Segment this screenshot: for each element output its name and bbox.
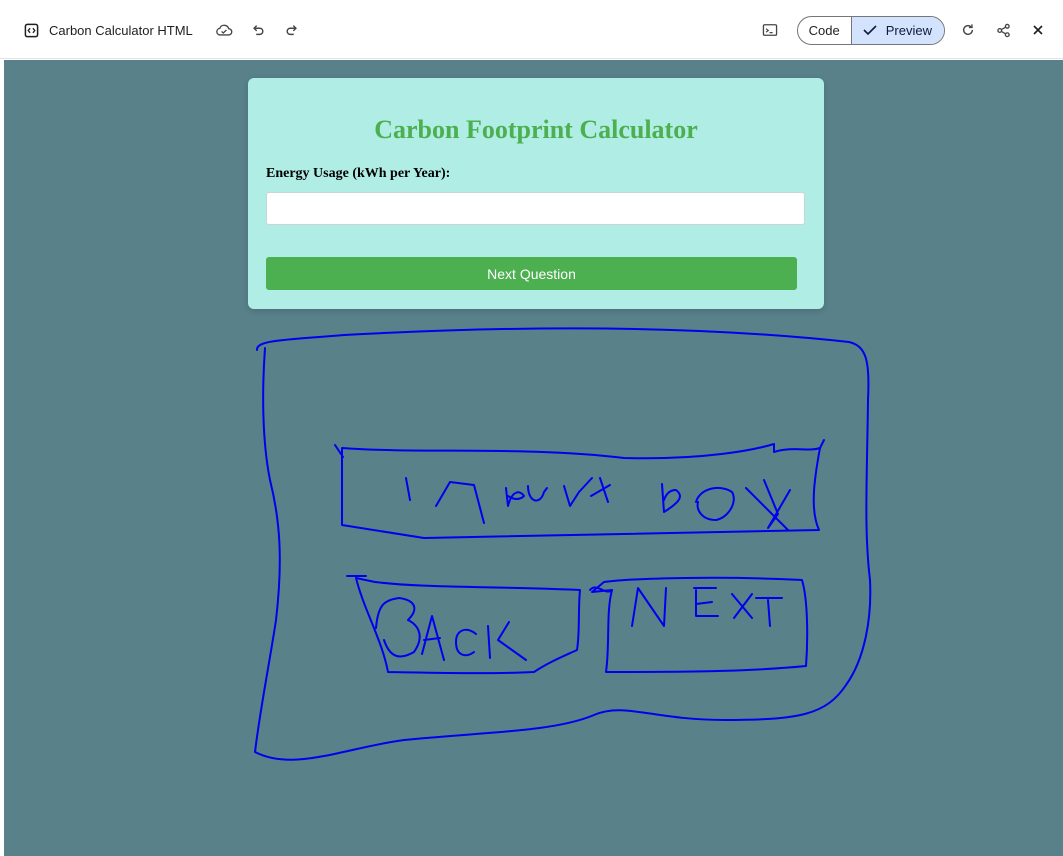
redo-icon[interactable] [279,17,305,43]
sketch-back-box [355,577,581,675]
code-tab-label: Code [808,22,840,38]
sketch-next-box [591,576,809,673]
checkmark-icon [863,25,877,36]
terminal-icon[interactable] [757,17,783,43]
hand-drawn-sketch [254,327,872,761]
share-icon[interactable] [990,17,1016,43]
sketch-input-label [405,477,791,531]
preview-tab-label: Preview [885,22,932,38]
close-icon[interactable] [1025,17,1051,43]
undo-icon[interactable] [245,17,271,43]
code-file-icon [22,21,40,39]
cloud-saved-icon[interactable] [211,17,237,43]
top-toolbar: Carbon Calculator HTML Code Preview [0,0,1063,59]
preview-tab[interactable]: Preview [850,16,944,44]
code-preview-toggle: Code Preview [796,15,945,45]
preview-canvas: Carbon Footprint Calculator Energy Usage… [4,60,1063,856]
document-title: Carbon Calculator HTML [49,22,193,38]
toolbar-right: Code Preview [757,15,1051,45]
sketch-back-label [375,597,527,661]
code-tab[interactable]: Code [798,17,851,44]
sketch-frame [254,327,872,761]
toolbar-left: Carbon Calculator HTML [22,18,305,42]
refresh-icon[interactable] [955,17,981,43]
sketch-next-label [631,587,783,627]
